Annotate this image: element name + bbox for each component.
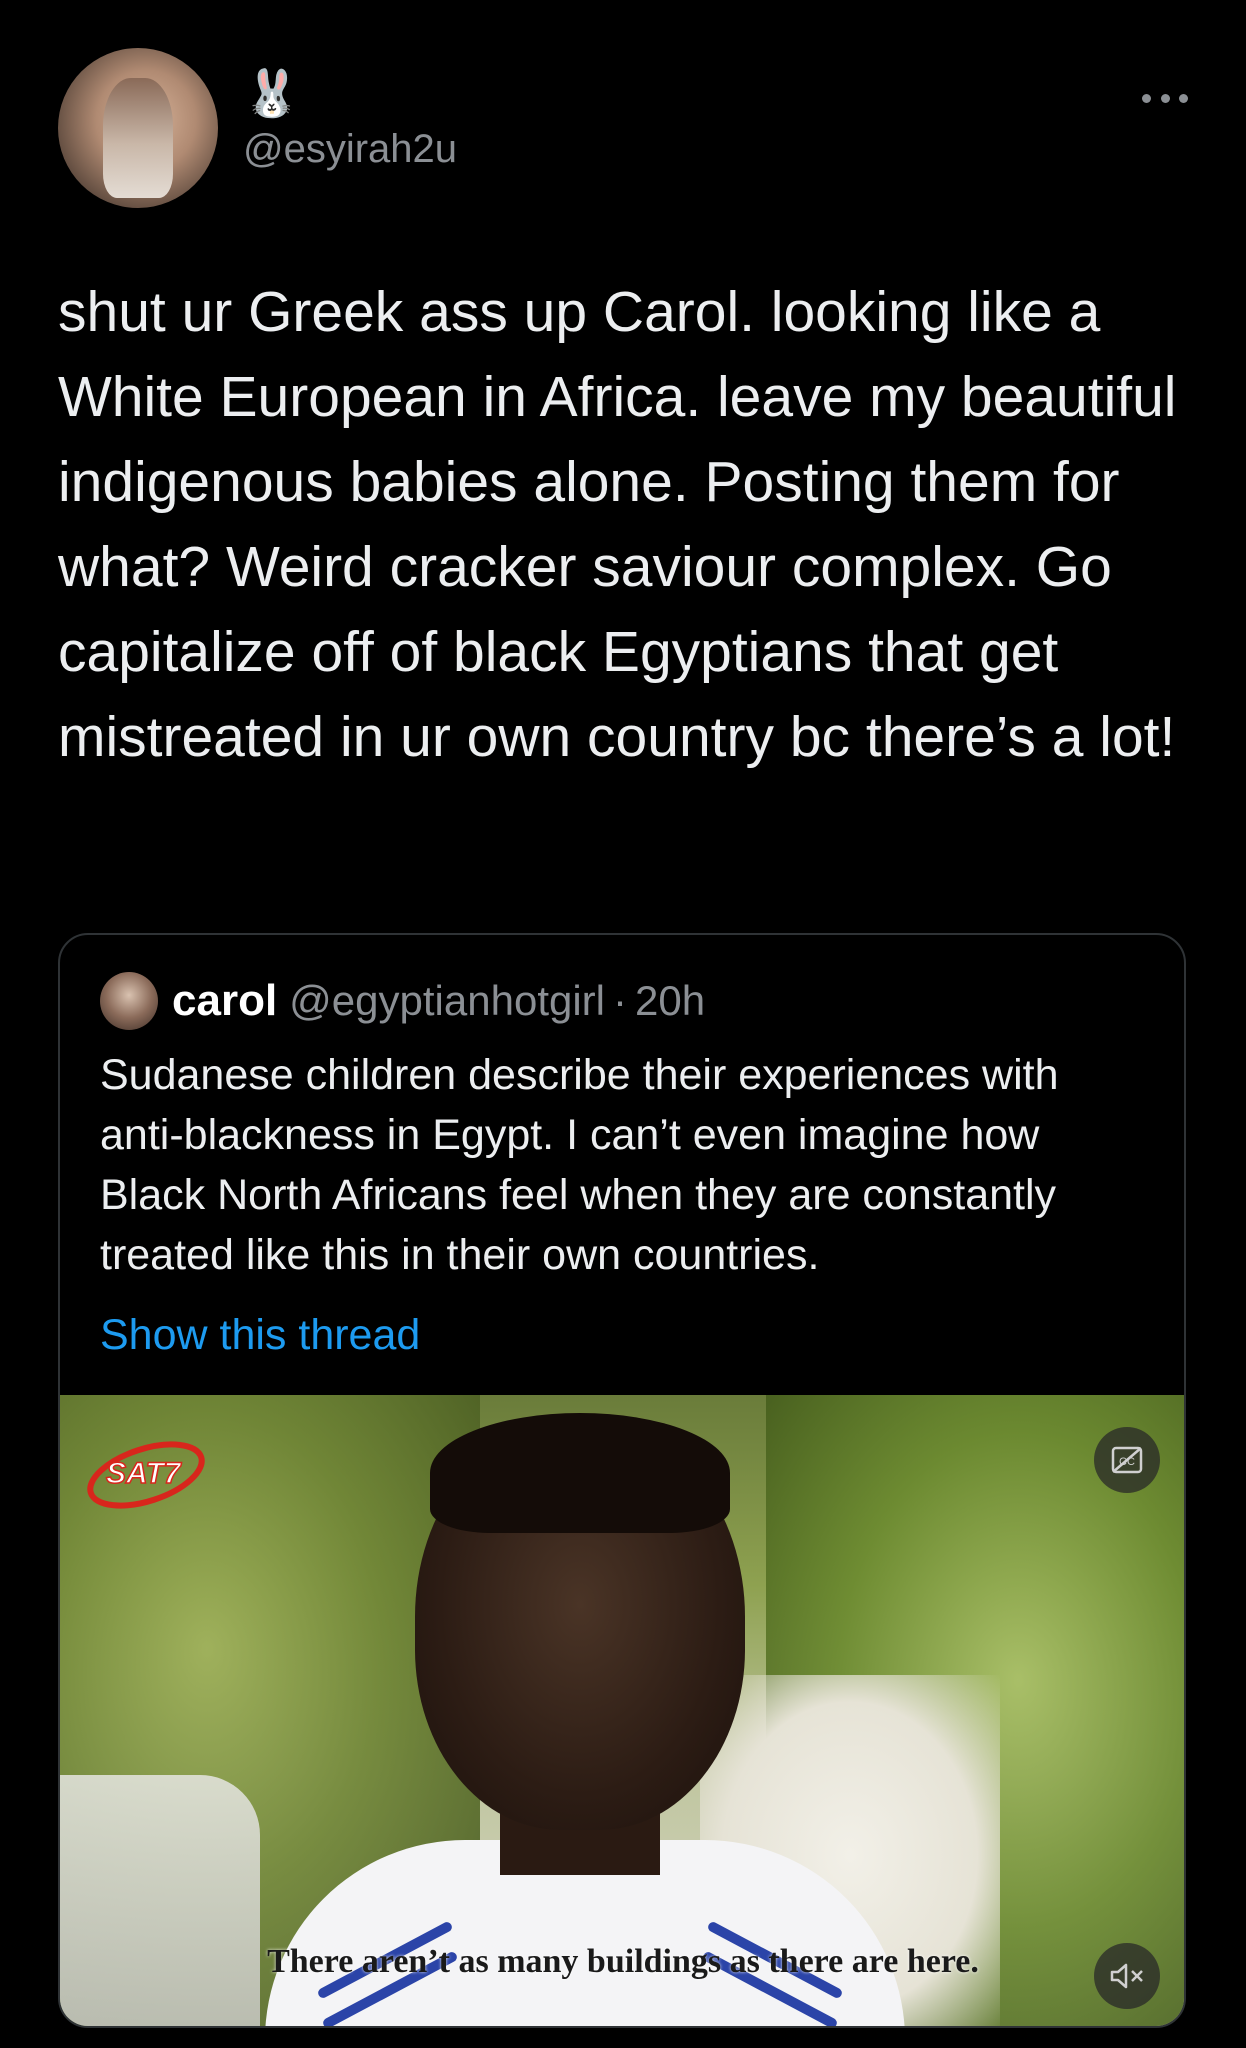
quoted-author-name[interactable]: carol [172,976,277,1026]
author-handle[interactable]: @esyirah2u [243,124,457,174]
video-subject-hair [430,1413,730,1533]
author-avatar[interactable] [58,48,218,208]
sat7-logo-text: SAT7 [106,1457,182,1490]
more-options-icon[interactable] [1142,88,1188,108]
more-dot [1142,93,1151,103]
separator-dot: · [613,977,627,1024]
author-info[interactable]: 🐰 @esyirah2u [243,66,457,174]
tweet-header: 🐰 @esyirah2u [58,48,1188,208]
tweet-text: shut ur Greek ass up Carol. looking like… [58,280,1177,769]
quoted-tweet-header: carol @egyptianhotgirl · 20h [100,972,705,1030]
quoted-tweet-text: Sudanese children describe their experie… [100,1051,1059,1279]
quoted-tweet[interactable]: carol @egyptianhotgirl · 20h Sudanese ch… [58,933,1186,2028]
speaker-muted-glyph [1110,1963,1143,1989]
quoted-timestamp[interactable]: 20h [635,977,705,1025]
show-thread-link[interactable]: Show this thread [100,1305,420,1365]
more-dot [1160,93,1170,103]
sat7-logo-icon: SAT7 [87,1441,205,1509]
video-player[interactable]: SAT7 CC There aren’t as many buildings a… [60,1395,1184,2026]
quoted-author-handle[interactable]: @egyptianhotgirl [289,977,605,1025]
more-dot [1179,93,1188,103]
closed-captions-icon[interactable]: CC [1094,1427,1160,1493]
svg-text:CC: CC [1119,1456,1135,1468]
volume-muted-icon[interactable] [1094,1943,1160,2009]
avatar-figure [103,78,173,198]
video-chair [60,1775,260,2026]
closed-captions-glyph: CC [1111,1446,1143,1474]
quoted-author-avatar[interactable] [100,972,158,1030]
video-subtitle: There aren’t as many buildings as there … [267,1943,979,1980]
author-display-name[interactable]: 🐰 [243,66,457,120]
